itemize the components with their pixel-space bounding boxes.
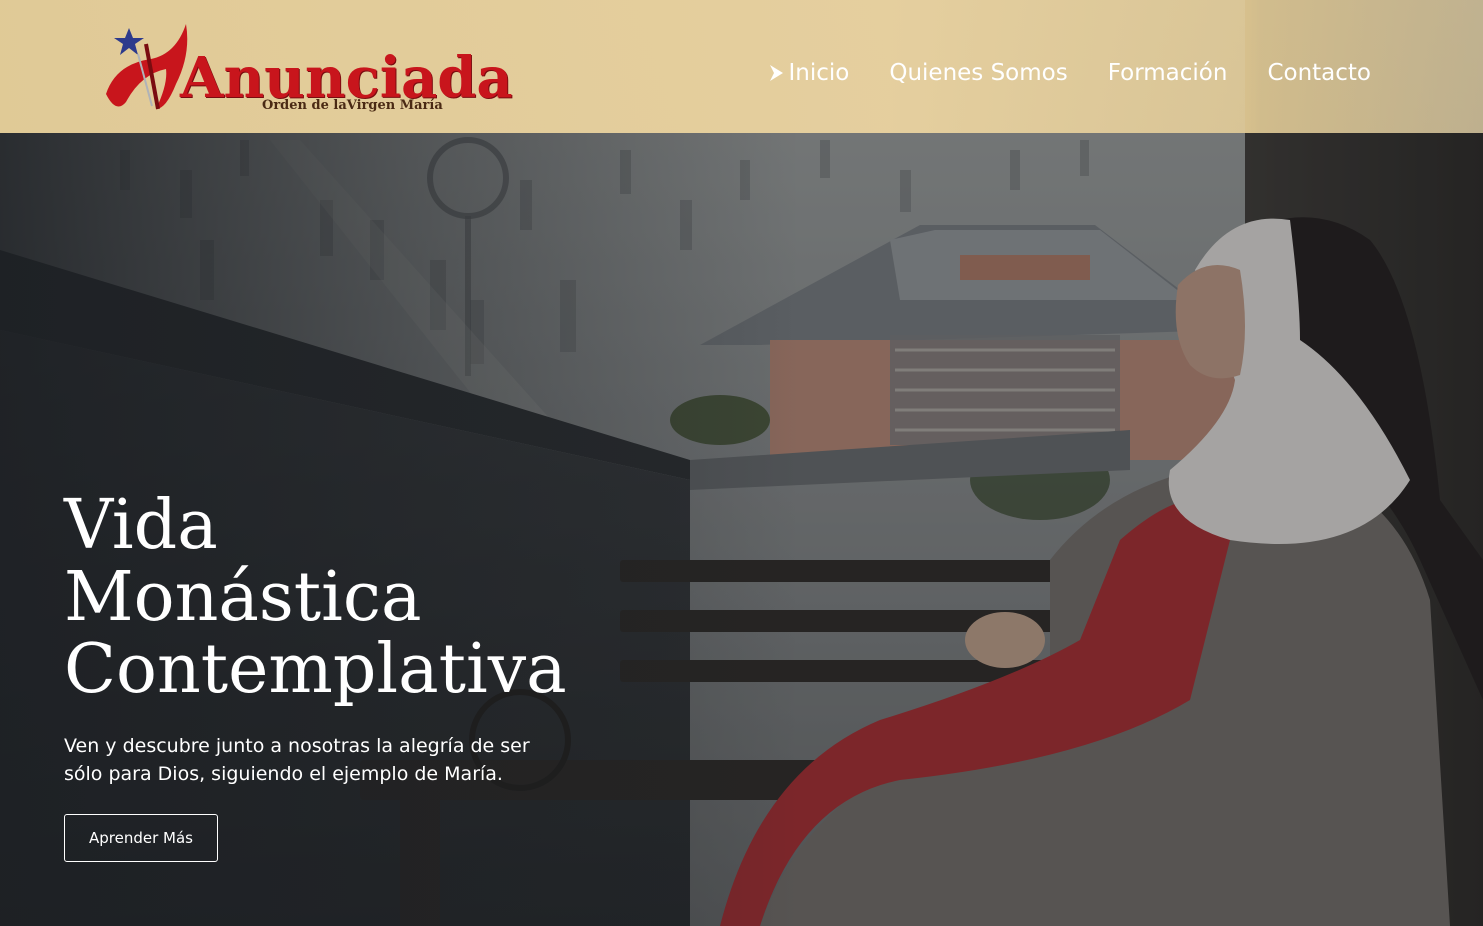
hero-subtitle: Ven y descubre junto a nosotras la alegr… [64, 735, 530, 785]
learn-more-button[interactable]: Aprender Más [64, 814, 218, 862]
nav-item-label: Contacto [1267, 60, 1371, 86]
hero-title-line: Vida [64, 486, 218, 565]
main-nav: Inicio Quienes Somos Formación Contacto [769, 60, 1371, 86]
hero-title-line: Monástica [64, 558, 422, 637]
logo-tagline: Orden de laVirgen María [262, 98, 443, 113]
site-logo[interactable]: Anunciada Orden de laVirgen María [96, 14, 513, 122]
nav-item-quienes-somos[interactable]: Quienes Somos [889, 60, 1067, 86]
nav-item-contacto[interactable]: Contacto [1267, 60, 1371, 86]
site-header: Anunciada Orden de laVirgen María Inicio… [0, 0, 1483, 133]
hero-title-line: Contemplativa [64, 630, 567, 709]
nav-item-label: Formación [1107, 60, 1228, 86]
nav-item-inicio[interactable]: Inicio [769, 60, 849, 86]
hero-content: Vida Monástica Contemplativa Ven y descu… [64, 490, 684, 862]
chevron-right-icon [770, 65, 784, 81]
nav-item-formacion[interactable]: Formación [1108, 60, 1228, 86]
nav-item-label: Quienes Somos [889, 60, 1068, 86]
hero-title: Vida Monástica Contemplativa [64, 490, 684, 706]
nav-item-label: Inicio [788, 60, 850, 86]
page: Anunciada Orden de laVirgen María Inicio… [0, 0, 1483, 926]
